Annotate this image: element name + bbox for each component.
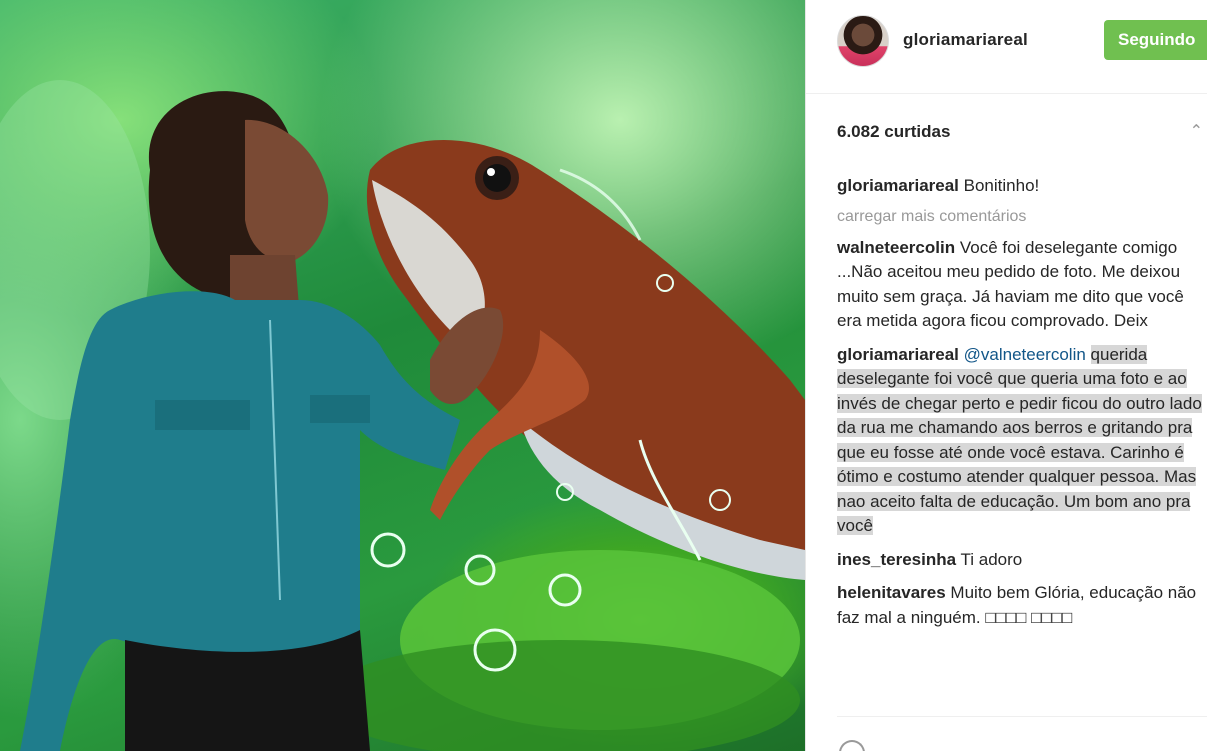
comment-username[interactable]: gloriamariareal <box>837 345 959 364</box>
post-header: gloriamariareal Seguindo <box>806 0 1207 94</box>
comment-text: Ti adoro <box>960 549 1023 569</box>
list-item: gloriamariareal @valneteercolin querida … <box>837 343 1205 539</box>
comments-list: gloriamariareal Bonitinho! carregar mais… <box>837 174 1205 639</box>
list-item: helenitavares Muito bem Glória, educação… <box>837 581 1205 630</box>
following-button[interactable]: Seguindo <box>1104 20 1207 60</box>
post-sidebar: gloriamariareal Seguindo 6.082 curtidas … <box>805 0 1207 751</box>
comment-username[interactable]: ines_teresinha <box>837 550 956 569</box>
post-photo <box>0 0 805 751</box>
comment-text: Bonitinho! <box>963 176 1040 195</box>
list-item: ines_teresinha Ti adoro <box>837 548 1205 573</box>
comment-username[interactable]: helenitavares <box>837 583 946 602</box>
comment-text-highlighted: querida deselegante foi você que queria … <box>837 344 1202 535</box>
caption: gloriamariareal Bonitinho! <box>837 174 1205 199</box>
list-item: walneteercolin Você foi deselegante comi… <box>837 236 1205 334</box>
comment-username[interactable]: gloriamariareal <box>837 176 959 195</box>
heart-icon[interactable] <box>839 740 865 751</box>
divider <box>837 716 1207 717</box>
photo-illustration <box>0 80 805 751</box>
likes-count[interactable]: 6.082 curtidas <box>837 122 950 142</box>
load-more-comments-link[interactable]: carregar mais comentários <box>837 208 1205 226</box>
chevron-up-icon[interactable]: ⌃ <box>1190 121 1203 141</box>
mention-link[interactable]: @valneteercolin <box>964 345 1086 364</box>
post-username[interactable]: gloriamariareal <box>903 30 1028 50</box>
comment-username[interactable]: walneteercolin <box>837 238 955 257</box>
avatar[interactable] <box>837 15 889 67</box>
